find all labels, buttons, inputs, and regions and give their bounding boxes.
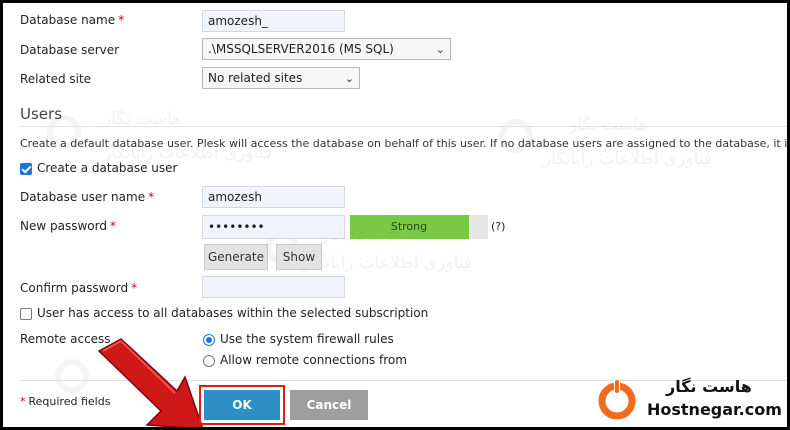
generate-password-button[interactable]: Generate [204,244,268,270]
watermark-brand: هاست نگار [569,115,647,135]
create-user-label: Create a database user [37,161,178,175]
new-password-input[interactable]: •••••••• [202,215,345,239]
all-databases-access-label: User has access to all databases within … [37,306,429,320]
hostnegar-logo-icon [598,379,636,420]
users-section-hint: Create a default database user. Plesk wi… [20,137,787,150]
radio-firewall-rules-label: Use the system firewall rules [220,332,394,346]
db-username-value: amozesh [208,190,262,204]
arrow-shape [97,338,204,427]
brand-name-fa: هاست نگار [666,377,752,396]
watermark-tagline: فناوری اطلاعات رایانگار [543,149,713,169]
database-server-select[interactable]: .\MSSQLSERVER2016 (MS SQL) ⌄ [202,38,451,60]
database-name-input[interactable]: amozesh_ [202,10,345,32]
ok-button[interactable]: OK [204,390,280,420]
database-server-label: Database server [20,43,120,57]
cancel-button[interactable]: Cancel [290,390,368,420]
database-name-value: amozesh_ [208,14,268,28]
brand-domain: Hostnegar.com [647,400,782,419]
radio-allow-remote-label: Allow remote connections from [220,353,407,367]
db-username-input[interactable]: amozesh [202,186,345,208]
password-strength-meter: Strong [350,215,488,239]
db-username-label: Database user name * [20,190,155,204]
confirm-password-input[interactable] [202,276,345,298]
password-help-link[interactable]: (?) [491,220,505,233]
section-divider [20,126,787,127]
required-mark: * [109,219,116,233]
create-user-checkbox[interactable] [20,163,32,175]
new-password-label: New password * [20,219,116,233]
red-arrow-annotation [97,338,204,427]
users-section-title: Users [20,105,63,123]
related-site-select[interactable]: No related sites ⌄ [202,67,360,89]
confirm-password-label: Confirm password * [20,281,138,295]
related-site-value: No related sites [208,71,303,85]
required-mark: * [118,13,125,27]
watermark-tagline: فناوری اطلاعات رایانگار [303,253,473,273]
password-strength-label: Strong [390,220,428,233]
plesk-add-database-form: هاست نگار فناوری اطلاعات رایانگار هاست ن… [3,3,787,427]
show-password-button[interactable]: Show [276,244,322,270]
chevron-down-icon: ⌄ [344,72,354,85]
database-server-value: .\MSSQLSERVER2016 (MS SQL) [208,42,394,56]
database-name-label: Database name * [20,13,125,27]
required-mark: * [148,190,155,204]
required-mark: * [20,395,26,408]
watermark-logo-icon [55,359,89,393]
chevron-down-icon: ⌄ [435,43,445,56]
new-password-value: •••••••• [208,220,265,234]
required-mark: * [131,281,138,295]
all-databases-access-checkbox[interactable] [20,308,32,320]
related-site-label: Related site [20,72,92,86]
